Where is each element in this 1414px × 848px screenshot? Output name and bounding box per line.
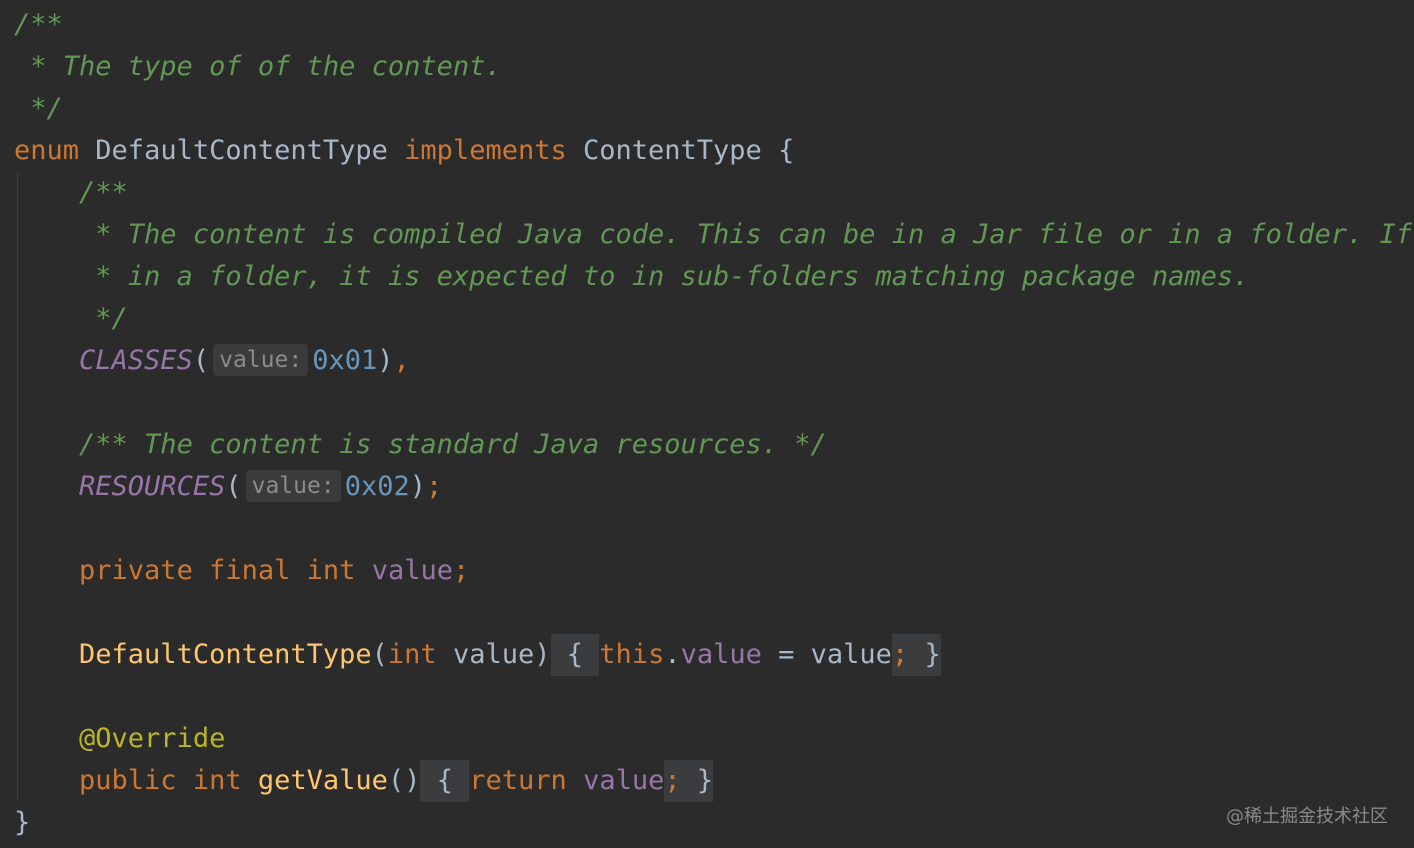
return-keyword: return — [469, 765, 567, 796]
code-line-18[interactable]: @Override — [14, 718, 225, 760]
code-line-9[interactable]: CLASSES(value: 0x01), — [14, 340, 410, 382]
parameter-value: value — [452, 639, 535, 670]
parameter-hint: value: — [245, 470, 341, 502]
override-annotation: @Override — [79, 723, 226, 754]
enum-constant-resources: RESOURCES — [79, 471, 226, 502]
public-keyword: public — [79, 765, 177, 796]
javadoc-open: /** — [79, 177, 128, 208]
method-getvalue: getValue — [257, 765, 388, 796]
code-line-2[interactable]: * The type of of the content. — [14, 46, 502, 88]
code-line-19[interactable]: public int getValue() { return value; } — [14, 760, 714, 802]
int-keyword: int — [192, 765, 242, 796]
parameter-value: value — [810, 639, 892, 670]
parameter-hint: value: — [213, 344, 309, 376]
field-value: value — [371, 555, 453, 586]
enum-constant-classes: CLASSES — [79, 345, 193, 376]
code-line-14[interactable]: private final int value; — [14, 550, 469, 592]
semicolon: ; — [452, 555, 470, 586]
folded-block-close[interactable]: ; } — [664, 760, 714, 802]
watermark: @稀土掘金技术社区 — [1226, 806, 1388, 827]
code-line-5[interactable]: /** — [14, 172, 128, 214]
javadoc-text: * The content is compiled Java code. Thi… — [79, 219, 1412, 250]
int-keyword: int — [306, 555, 356, 586]
javadoc-text: * The type of of the content. — [14, 51, 502, 82]
code-line-20[interactable]: } — [14, 802, 30, 844]
javadoc-close: */ — [14, 93, 63, 124]
code-line-4[interactable]: enum DefaultContentType implements Conte… — [14, 130, 794, 172]
implements-keyword: implements — [404, 135, 567, 166]
javadoc-close: */ — [79, 303, 128, 334]
code-line-6[interactable]: * The content is compiled Java code. Thi… — [14, 214, 1412, 256]
code-line-7[interactable]: * in a folder, it is expected to in sub-… — [14, 256, 1249, 298]
code-line-12[interactable]: RESOURCES(value: 0x02); — [14, 466, 442, 508]
number-literal: 0x01 — [312, 345, 378, 376]
code-editor[interactable]: /** * The type of of the content. */ enu… — [0, 0, 1414, 848]
javadoc-inline: /** The content is standard Java resourc… — [79, 429, 827, 460]
number-literal: 0x02 — [344, 471, 410, 502]
folded-block-close[interactable]: ; } — [891, 634, 941, 676]
semicolon: ; — [426, 471, 443, 502]
constructor-name: DefaultContentType — [79, 639, 372, 670]
enum-keyword: enum — [14, 135, 80, 166]
assign-operator: = — [761, 639, 811, 670]
this-keyword: this — [599, 639, 665, 670]
int-keyword: int — [387, 639, 437, 670]
field-value: value — [583, 765, 665, 796]
code-line-8[interactable]: */ — [14, 298, 128, 340]
private-keyword: private — [79, 555, 193, 586]
code-line-3[interactable]: */ — [14, 88, 63, 130]
field-value: value — [680, 639, 762, 670]
comma: , — [393, 345, 410, 376]
javadoc-text: * in a folder, it is expected to in sub-… — [79, 261, 1250, 292]
close-brace: } — [14, 807, 31, 838]
final-keyword: final — [209, 555, 291, 586]
code-line-16[interactable]: DefaultContentType(int value) { this.val… — [14, 634, 941, 676]
folded-block-open[interactable]: { — [550, 634, 600, 676]
code-line-11[interactable]: /** The content is standard Java resourc… — [14, 424, 827, 466]
folded-block-open[interactable]: { — [420, 760, 470, 802]
interface-name: ContentType — [583, 135, 762, 166]
javadoc-open: /** — [14, 9, 63, 40]
code-line-1[interactable]: /** — [14, 4, 63, 46]
class-name: DefaultContentType — [95, 135, 388, 166]
open-brace: { — [778, 135, 795, 166]
